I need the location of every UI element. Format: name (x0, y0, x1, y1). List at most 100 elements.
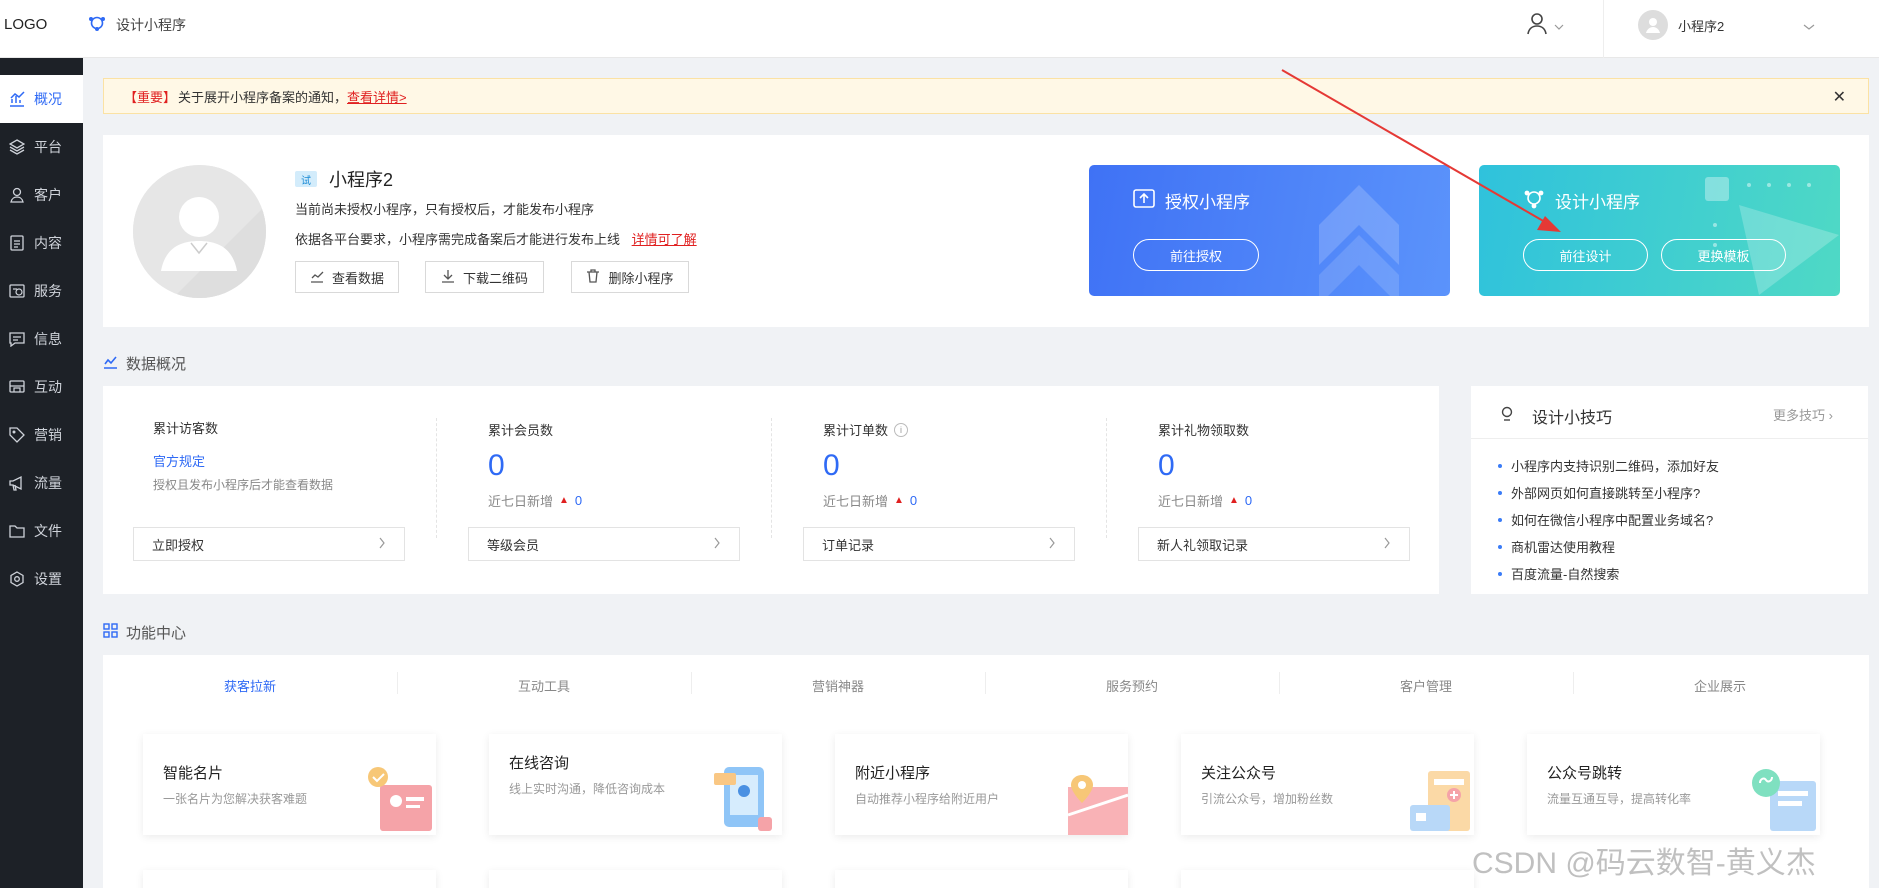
delete-miniprogram-button[interactable]: 删除小程序 (571, 261, 689, 293)
user-menu[interactable] (1526, 12, 1564, 39)
stat-sub-label: 近七日新增 (1158, 494, 1224, 509)
download-qrcode-button[interactable]: 下载二维码 (425, 261, 544, 293)
account-switcher[interactable]: 小程序2 (1638, 10, 1724, 40)
gift-records-link[interactable]: 新人礼领取记录 (1138, 527, 1410, 561)
view-data-button[interactable]: 查看数据 (295, 261, 399, 293)
app-name: 小程序2 (329, 170, 394, 190)
chevron-down-icon[interactable] (1803, 18, 1815, 34)
feature-desc: 引流公众号，增加粉丝数 (1201, 792, 1334, 806)
filing-details-link[interactable]: 详情可了解 (632, 232, 697, 247)
jump-illustration-icon (1752, 769, 1816, 831)
feature-card-row2[interactable] (835, 870, 1128, 888)
feature-card-online-consult[interactable]: 在线咨询 线上实时沟通，降低咨询成本 (489, 734, 782, 835)
sidebar-item-label: 服务 (34, 283, 62, 299)
tab-enterprise-display[interactable]: 企业展示 (1573, 676, 1867, 695)
go-design-button[interactable]: 前往设计 (1523, 239, 1648, 271)
stat-label: 累计订单数 (823, 423, 889, 438)
tip-item[interactable]: 百度流量-自然搜索 (1498, 564, 1619, 583)
link-label: 订单记录 (822, 537, 875, 553)
info-icon[interactable]: i (894, 422, 909, 437)
stat-sub: 近七日新增 ▲ 0 (1158, 491, 1430, 510)
tab-service-booking[interactable]: 服务预约 (985, 676, 1279, 695)
sidebar-item-info[interactable]: 信息 (0, 315, 83, 363)
stat-delta: 0 (909, 493, 918, 508)
feature-card-row2[interactable] (1181, 870, 1474, 888)
design-link-label: 设计小程序 (116, 16, 186, 33)
auth-status-text: 当前尚未授权小程序，只有授权后，才能发布小程序 (295, 202, 595, 217)
chevron-right-icon (1383, 537, 1391, 552)
feature-card-row2[interactable] (489, 870, 782, 888)
stat-divider (771, 418, 772, 538)
sidebar-item-settings[interactable]: 设置 (0, 555, 83, 603)
bullet-icon (1498, 571, 1502, 576)
authorize-now-link[interactable]: 立即授权 (133, 527, 405, 561)
stat-label: 累计访客数 (153, 421, 219, 436)
change-template-button[interactable]: 更换模板 (1661, 239, 1786, 271)
tag-icon (8, 426, 26, 444)
chevron-down-icon (1554, 18, 1564, 34)
feature-title: 公众号跳转 (1547, 765, 1623, 782)
sidebar-item-platform[interactable]: 平台 (0, 123, 83, 171)
upload-icon (1133, 187, 1155, 214)
go-authorize-button[interactable]: 前往授权 (1133, 239, 1259, 271)
download-icon (441, 269, 455, 286)
stat-value: 0 (1158, 449, 1175, 482)
tip-item[interactable]: 商机雷达使用教程 (1498, 537, 1615, 556)
design-miniprogram-link[interactable]: 设计小程序 (88, 14, 186, 35)
logo[interactable]: LOGO (4, 16, 47, 33)
feature-title: 附近小程序 (855, 765, 931, 782)
sidebar-item-service[interactable]: 服务 (0, 267, 83, 315)
overview-section-title: 数据概况 (103, 353, 186, 374)
sidebar-item-overview[interactable]: 概况 (0, 75, 83, 123)
bullet-icon (1498, 463, 1502, 468)
header-divider (1603, 0, 1604, 58)
interact-icon (8, 378, 26, 396)
feature-card-row2[interactable] (143, 870, 436, 888)
sidebar-item-label: 概况 (34, 91, 62, 107)
official-rule-link[interactable]: 官方规定 (153, 451, 425, 470)
close-icon[interactable]: ✕ (1833, 87, 1846, 107)
sidebar-item-traffic[interactable]: 流量 (0, 459, 83, 507)
feature-card-follow-official[interactable]: 关注公众号 引流公众号，增加粉丝数 (1181, 734, 1474, 835)
layers-icon (8, 138, 26, 156)
sidebar-item-content[interactable]: 内容 (0, 219, 83, 267)
tip-item[interactable]: 外部网页如何直接跳转至小程序? (1498, 483, 1700, 502)
map-pin-illustration-icon (1067, 775, 1128, 835)
arrow-up-icon: ▲ (559, 495, 569, 506)
service-icon (8, 282, 26, 300)
sidebar-item-files[interactable]: 文件 (0, 507, 83, 555)
tab-customer-management[interactable]: 客户管理 (1279, 676, 1573, 695)
sidebar-item-label: 互动 (34, 379, 62, 395)
design-icon (1523, 187, 1545, 214)
tab-interactive-tools[interactable]: 互动工具 (397, 676, 691, 695)
member-level-link[interactable]: 等级会员 (468, 527, 740, 561)
tab-customer-acquisition[interactable]: 获客拉新 (103, 676, 397, 695)
feature-card-business-card[interactable]: 智能名片 一张名片为您解决获客难题 (143, 734, 436, 835)
sidebar-item-customer[interactable]: 客户 (0, 171, 83, 219)
notice-details-link[interactable]: 查看详情> (347, 87, 407, 106)
order-records-link[interactable]: 订单记录 (803, 527, 1075, 561)
tips-title-label: 设计小技巧 (1532, 410, 1613, 427)
watermark: CSDN @码云数智-黄义杰 (1472, 847, 1816, 880)
feature-card-official-jump[interactable]: 公众号跳转 流量互通互导，提高转化率 (1527, 734, 1820, 835)
arrow-up-icon: ▲ (894, 495, 904, 506)
user-icon (1526, 12, 1548, 39)
sidebar: 概况 平台 客户 内容 服务 信息 互动 营销 流量 文件 设置 (0, 58, 83, 888)
sidebar-item-interact[interactable]: 互动 (0, 363, 83, 411)
sidebar-item-marketing[interactable]: 营销 (0, 411, 83, 459)
tip-item[interactable]: 小程序内支持识别二维码，添加好友 (1498, 456, 1719, 475)
tip-item[interactable]: 如何在微信小程序中配置业务域名? (1498, 510, 1713, 529)
function-section-title: 功能中心 (103, 622, 186, 643)
stat-members: 累计会员数 0 近七日新增 ▲ 0 (488, 420, 760, 510)
bullet-icon (1498, 490, 1502, 495)
chart-icon (103, 354, 118, 373)
link-label: 新人礼领取记录 (1157, 537, 1249, 553)
sidebar-item-label: 文件 (34, 523, 62, 539)
chevron-right-icon (378, 537, 386, 552)
trial-tag: 试 (295, 171, 317, 187)
function-title-label: 功能中心 (126, 625, 187, 642)
overview-title-label: 数据概况 (126, 356, 187, 373)
feature-card-nearby[interactable]: 附近小程序 自动推荐小程序给附近用户 (835, 734, 1128, 835)
more-tips-link[interactable]: 更多技巧 › (1773, 405, 1833, 424)
tab-marketing[interactable]: 营销神器 (691, 676, 985, 695)
